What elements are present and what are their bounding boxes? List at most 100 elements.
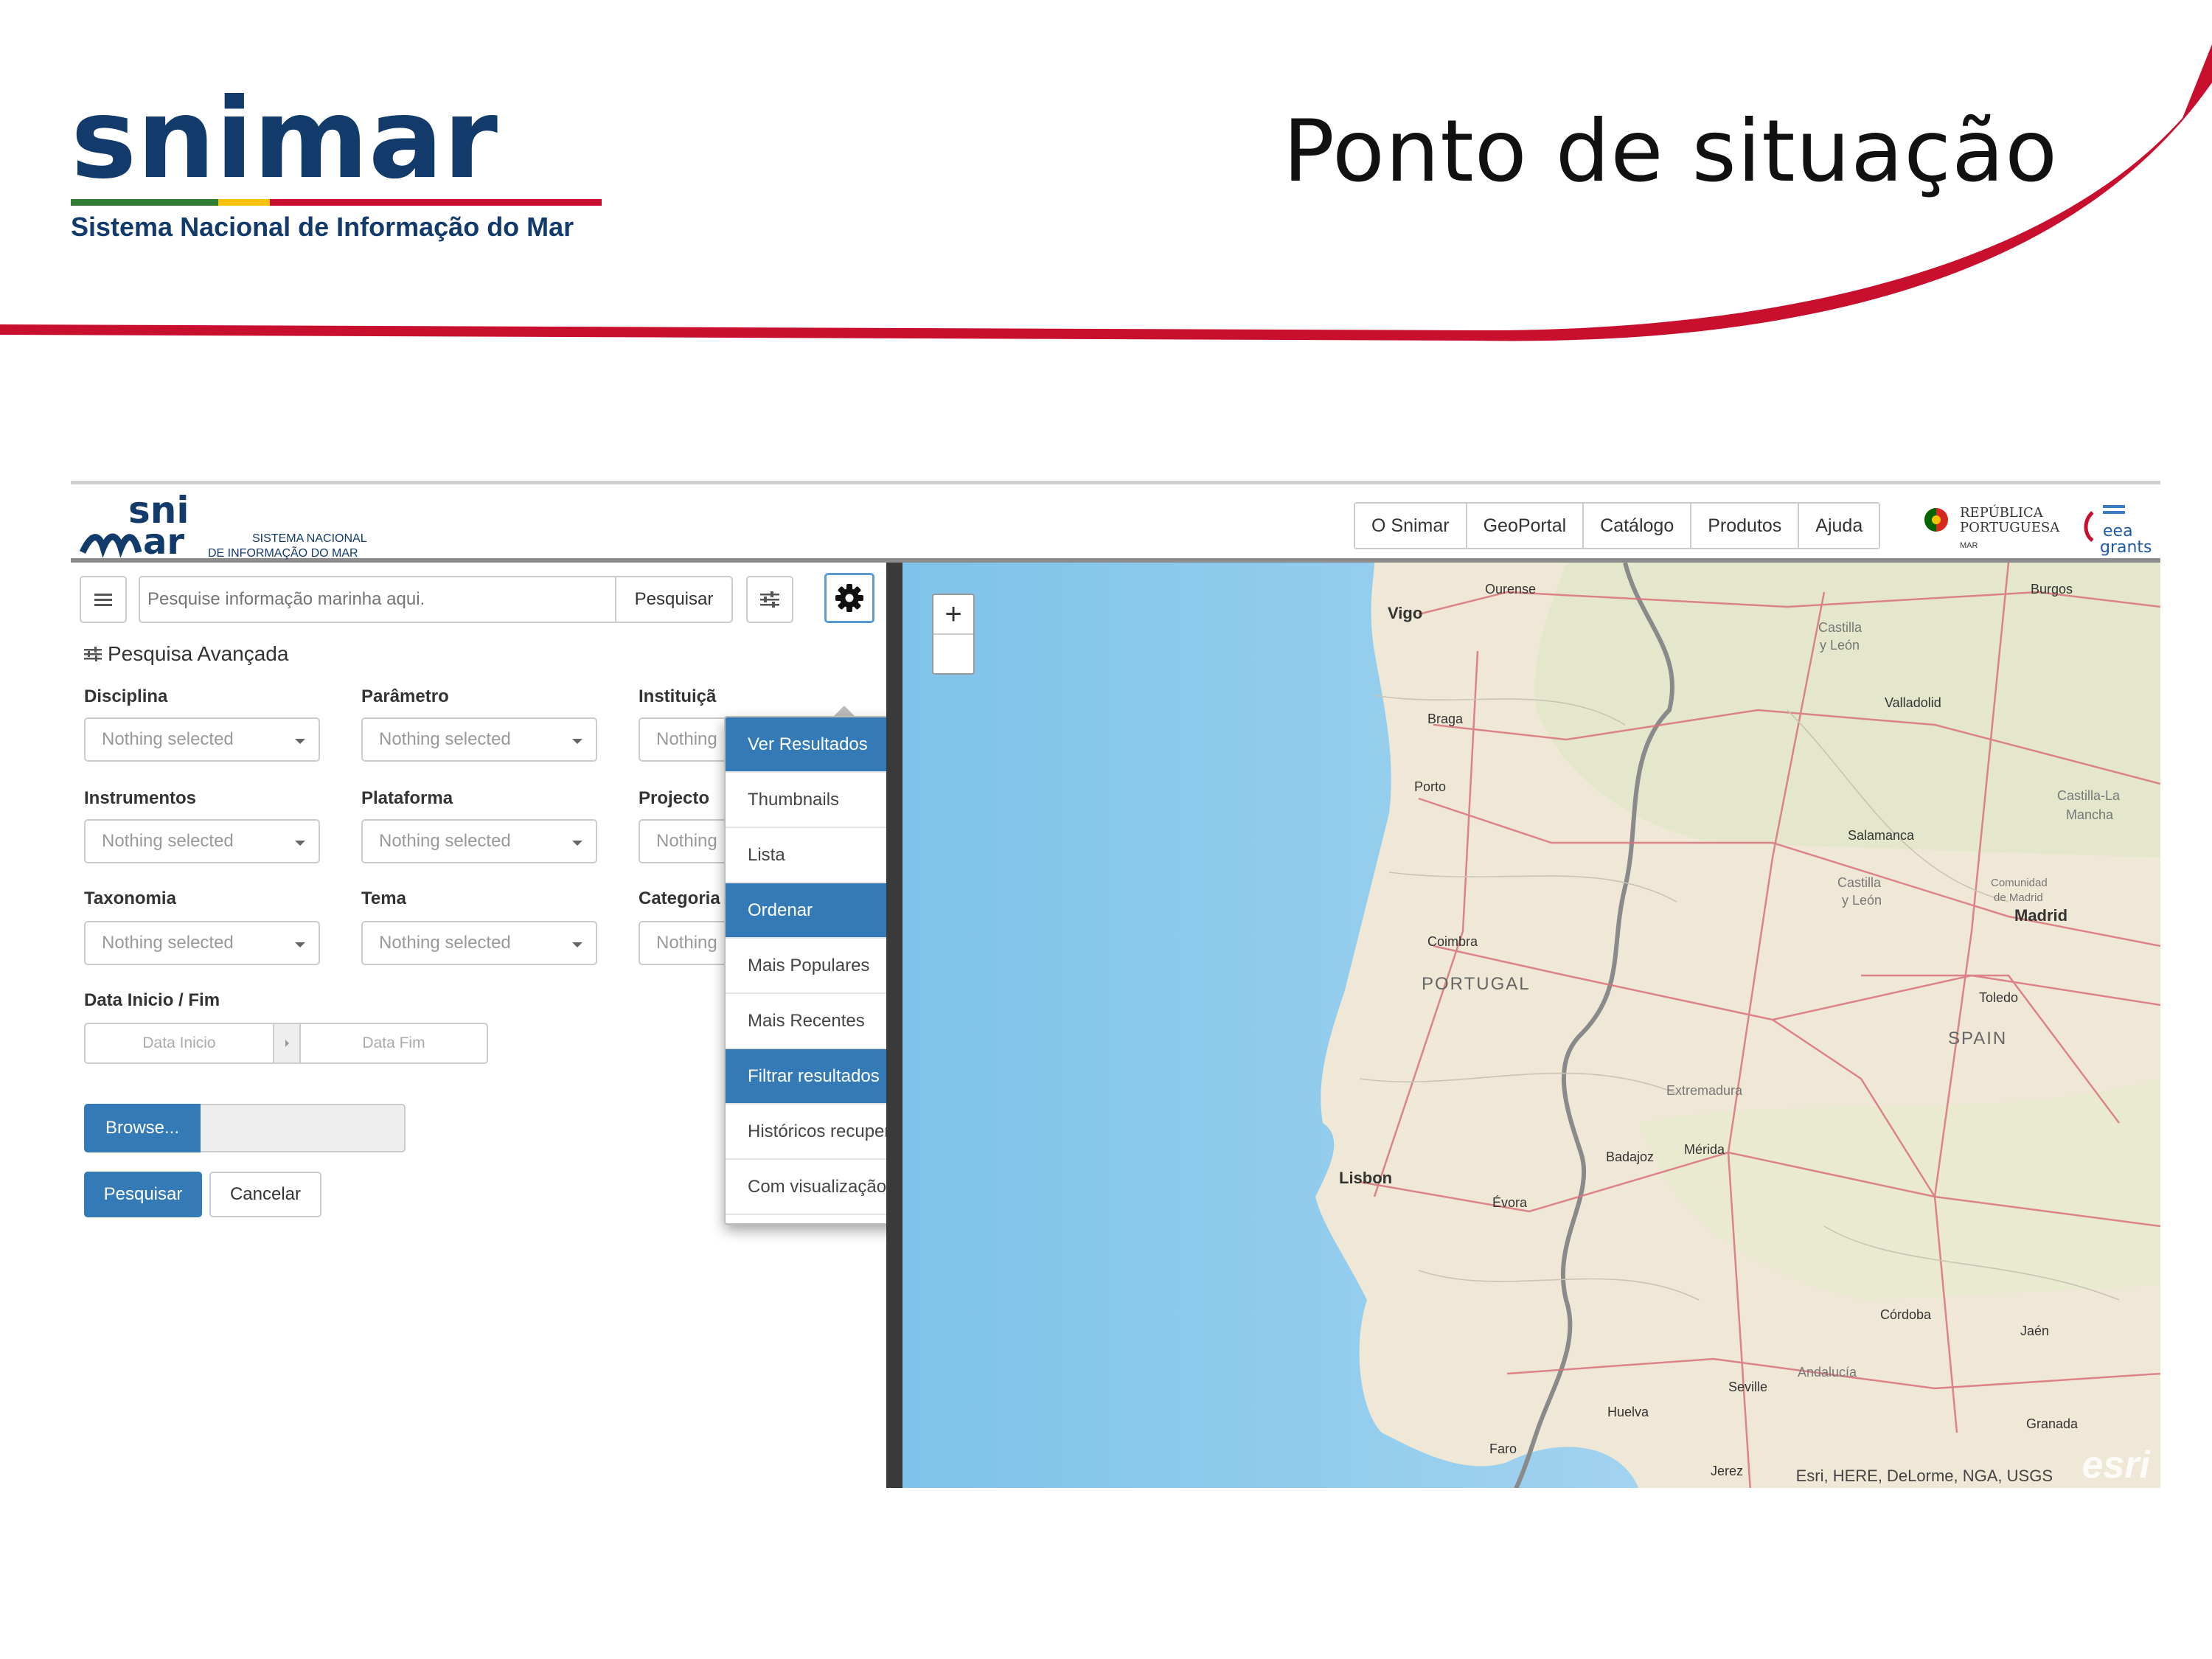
map-label-vigo: Vigo xyxy=(1388,604,1423,622)
republica-portuguesa-logo: REPÚBLICA PORTUGUESA MAR xyxy=(1924,504,2060,550)
map-label-andalucia: Andalucía xyxy=(1798,1365,1857,1380)
map-label-badajoz: Badajoz xyxy=(1606,1150,1655,1164)
map-canvas xyxy=(902,563,2160,1488)
date-separator xyxy=(274,1023,299,1064)
zoom-in-button[interactable]: + xyxy=(933,595,973,635)
select-value: Nothing selected xyxy=(379,831,511,851)
panel-divider[interactable] xyxy=(886,563,902,1488)
map-label-jerez: Jerez xyxy=(1711,1464,1744,1478)
settings-button[interactable] xyxy=(824,573,874,623)
map-label-extremadura: Extremadura xyxy=(1666,1083,1743,1098)
date-start-input[interactable]: Data Inicio xyxy=(84,1023,274,1064)
map-label-merida: Mérida xyxy=(1684,1142,1725,1157)
slide-logo-text-sni: snimar xyxy=(71,75,498,204)
date-range: Data Inicio Data Fim xyxy=(84,1023,488,1064)
select-value: Nothing xyxy=(656,729,717,749)
advanced-search-title: Pesquisa Avançada xyxy=(108,642,289,665)
select-value: Nothing xyxy=(656,831,717,851)
cancel-button[interactable]: Cancelar xyxy=(209,1172,321,1217)
advanced-search-toggle[interactable]: Pesquisa Avançada xyxy=(84,642,288,666)
app-header: sni ar SISTEMA NACIONAL DE INFORMAÇÃO DO… xyxy=(71,484,2160,563)
label-instrumentos: Instrumentos xyxy=(84,788,197,808)
search-input[interactable] xyxy=(139,576,616,623)
caret-down-icon xyxy=(295,841,305,846)
select-value: Nothing selected xyxy=(102,729,234,749)
map-label-evora: Évora xyxy=(1492,1195,1528,1210)
nav-ajuda[interactable]: Ajuda xyxy=(1799,504,1879,548)
map-label-valladolid: Valladolid xyxy=(1885,695,1941,710)
nav-o-snimar[interactable]: O Snimar xyxy=(1355,504,1467,548)
dropdown-arrow xyxy=(833,706,855,717)
map-label-castilla-la: Castilla-La xyxy=(2057,788,2121,803)
label-disciplina: Disciplina xyxy=(84,686,168,706)
slide-title: Ponto de situação xyxy=(1283,102,2059,201)
caret-down-icon xyxy=(572,739,582,744)
map-label-comunidad: Comunidad xyxy=(1991,877,2048,889)
nav-produtos[interactable]: Produtos xyxy=(1691,504,1800,548)
select-value: Nothing selected xyxy=(102,831,234,851)
slide-logo-subtitle: Sistema Nacional de Informação do Mar xyxy=(71,212,574,242)
submit-search-button[interactable]: Pesquisar xyxy=(84,1172,202,1217)
map-label-castilla: Castilla xyxy=(1818,620,1863,635)
filter-button[interactable] xyxy=(746,576,793,623)
hamburger-icon xyxy=(94,594,112,606)
map-label-porto: Porto xyxy=(1414,779,1447,794)
map-label-castilla-2: Castilla xyxy=(1837,875,1882,890)
map-label-coimbra: Coimbra xyxy=(1427,934,1478,949)
caret-down-icon xyxy=(572,942,582,947)
gear-icon xyxy=(835,584,863,612)
map-label-madrid: Madrid xyxy=(2014,906,2068,925)
select-taxonomia[interactable]: Nothing selected xyxy=(84,921,320,965)
select-parametro[interactable]: Nothing selected xyxy=(361,717,597,762)
browse-button[interactable]: Browse... xyxy=(84,1104,201,1152)
map-label-toledo: Toledo xyxy=(1979,990,2019,1005)
map-label-ourense: Ourense xyxy=(1485,582,1537,597)
map-label-huelva: Huelva xyxy=(1607,1405,1649,1419)
nav-catalogo[interactable]: Catálogo xyxy=(1584,504,1692,548)
eea-grants-logo: eea grants xyxy=(2084,505,2152,557)
search-button[interactable]: Pesquisar xyxy=(615,576,733,623)
select-value: Nothing selected xyxy=(379,933,511,953)
label-taxonomia: Taxonomia xyxy=(84,888,176,908)
nav-geoportal[interactable]: GeoPortal xyxy=(1467,504,1585,548)
select-tema[interactable]: Nothing selected xyxy=(361,921,597,965)
map-attribution: Esri, HERE, DeLorme, NGA, USGS xyxy=(1795,1467,2053,1485)
caret-down-icon xyxy=(572,841,582,846)
select-disciplina[interactable]: Nothing selected xyxy=(84,717,320,762)
map-label-de-madrid: de Madrid xyxy=(1994,891,2043,904)
eea-line2: grants xyxy=(2100,538,2152,557)
main-nav: O Snimar GeoPortal Catálogo Produtos Aju… xyxy=(1354,502,1881,549)
select-instrumentos[interactable]: Nothing selected xyxy=(84,819,320,863)
map-view[interactable]: Ourense Vigo Burgos Castilla y León Brag… xyxy=(902,563,2160,1488)
file-name-field[interactable] xyxy=(201,1104,406,1152)
zoom-control: + xyxy=(932,594,975,675)
label-tema: Tema xyxy=(361,888,406,908)
map-label-granada: Granada xyxy=(2026,1416,2079,1431)
caret-down-icon xyxy=(295,739,305,744)
map-label-burgos: Burgos xyxy=(2031,582,2073,597)
search-panel: Pesquisar xyxy=(71,563,969,1488)
select-value: Nothing selected xyxy=(379,729,511,749)
label-parametro: Parâmetro xyxy=(361,686,449,706)
sliders-icon xyxy=(84,647,102,661)
app-logo-line2: DE INFORMAÇÃO DO MAR xyxy=(208,545,358,560)
caret-down-icon xyxy=(295,942,305,947)
menu-button[interactable] xyxy=(80,576,127,623)
rp-line1: REPÚBLICA xyxy=(1960,504,2044,521)
rp-line3: MAR xyxy=(1960,541,1978,550)
map-label-mancha: Mancha xyxy=(2066,807,2114,822)
file-upload: Browse... xyxy=(84,1104,406,1152)
map-label-y-leon-2: y León xyxy=(1842,893,1882,908)
date-end-input[interactable]: Data Fim xyxy=(299,1023,488,1064)
map-label-y-leon: y León xyxy=(1820,638,1860,653)
map-label-jaen: Jaén xyxy=(2020,1324,2050,1338)
label-categoria: Categoria xyxy=(639,888,720,908)
label-projecto: Projecto xyxy=(639,788,710,808)
label-plataforma: Plataforma xyxy=(361,788,453,808)
select-plataforma[interactable]: Nothing selected xyxy=(361,819,597,863)
map-label-cordoba: Córdoba xyxy=(1880,1307,1932,1322)
app-logo: sni ar SISTEMA NACIONAL DE INFORMAÇÃO DO… xyxy=(79,489,367,560)
svg-text:ar: ar xyxy=(143,521,184,560)
map-label-lisbon: Lisbon xyxy=(1339,1169,1393,1187)
label-instituicao: Instituiçã xyxy=(639,686,717,706)
